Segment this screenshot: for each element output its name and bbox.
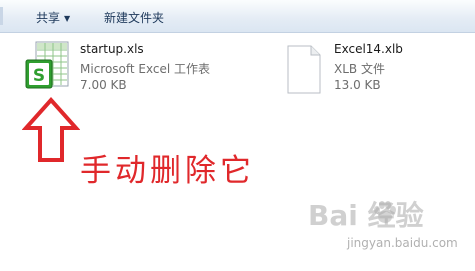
new-folder-label: 新建文件夹 [104,11,165,25]
svg-text:S: S [33,66,45,86]
file-size: 7.00 KB [80,78,127,92]
watermark-logo-text: Bai 经验 [308,199,424,232]
file-type: Microsoft Excel 工作表 [80,62,211,76]
paw-logo-icon [374,201,396,223]
share-label: 共享 [36,11,61,25]
watermark-logo: Bai 经验 [308,194,424,234]
command-bar: 共享 ▼ 新建文件夹 [0,0,475,33]
excel-file-icon: S [25,41,69,89]
file-name: startup.xls [80,42,144,56]
annotation-text: 手动删除它 [80,153,255,189]
toolbar-left-edge [0,7,3,25]
generic-file-icon [287,45,321,94]
share-menu-button[interactable]: 共享 ▼ [36,9,70,26]
file-type: XLB 文件 [334,62,385,76]
file-name: Excel14.xlb [334,42,403,56]
up-arrow-icon [22,96,80,162]
file-size: 13.0 KB [334,78,381,92]
new-folder-button[interactable]: 新建文件夹 [104,9,164,26]
chevron-down-icon: ▼ [64,14,71,23]
watermark-url: jingyan.baidu.com [347,236,458,250]
